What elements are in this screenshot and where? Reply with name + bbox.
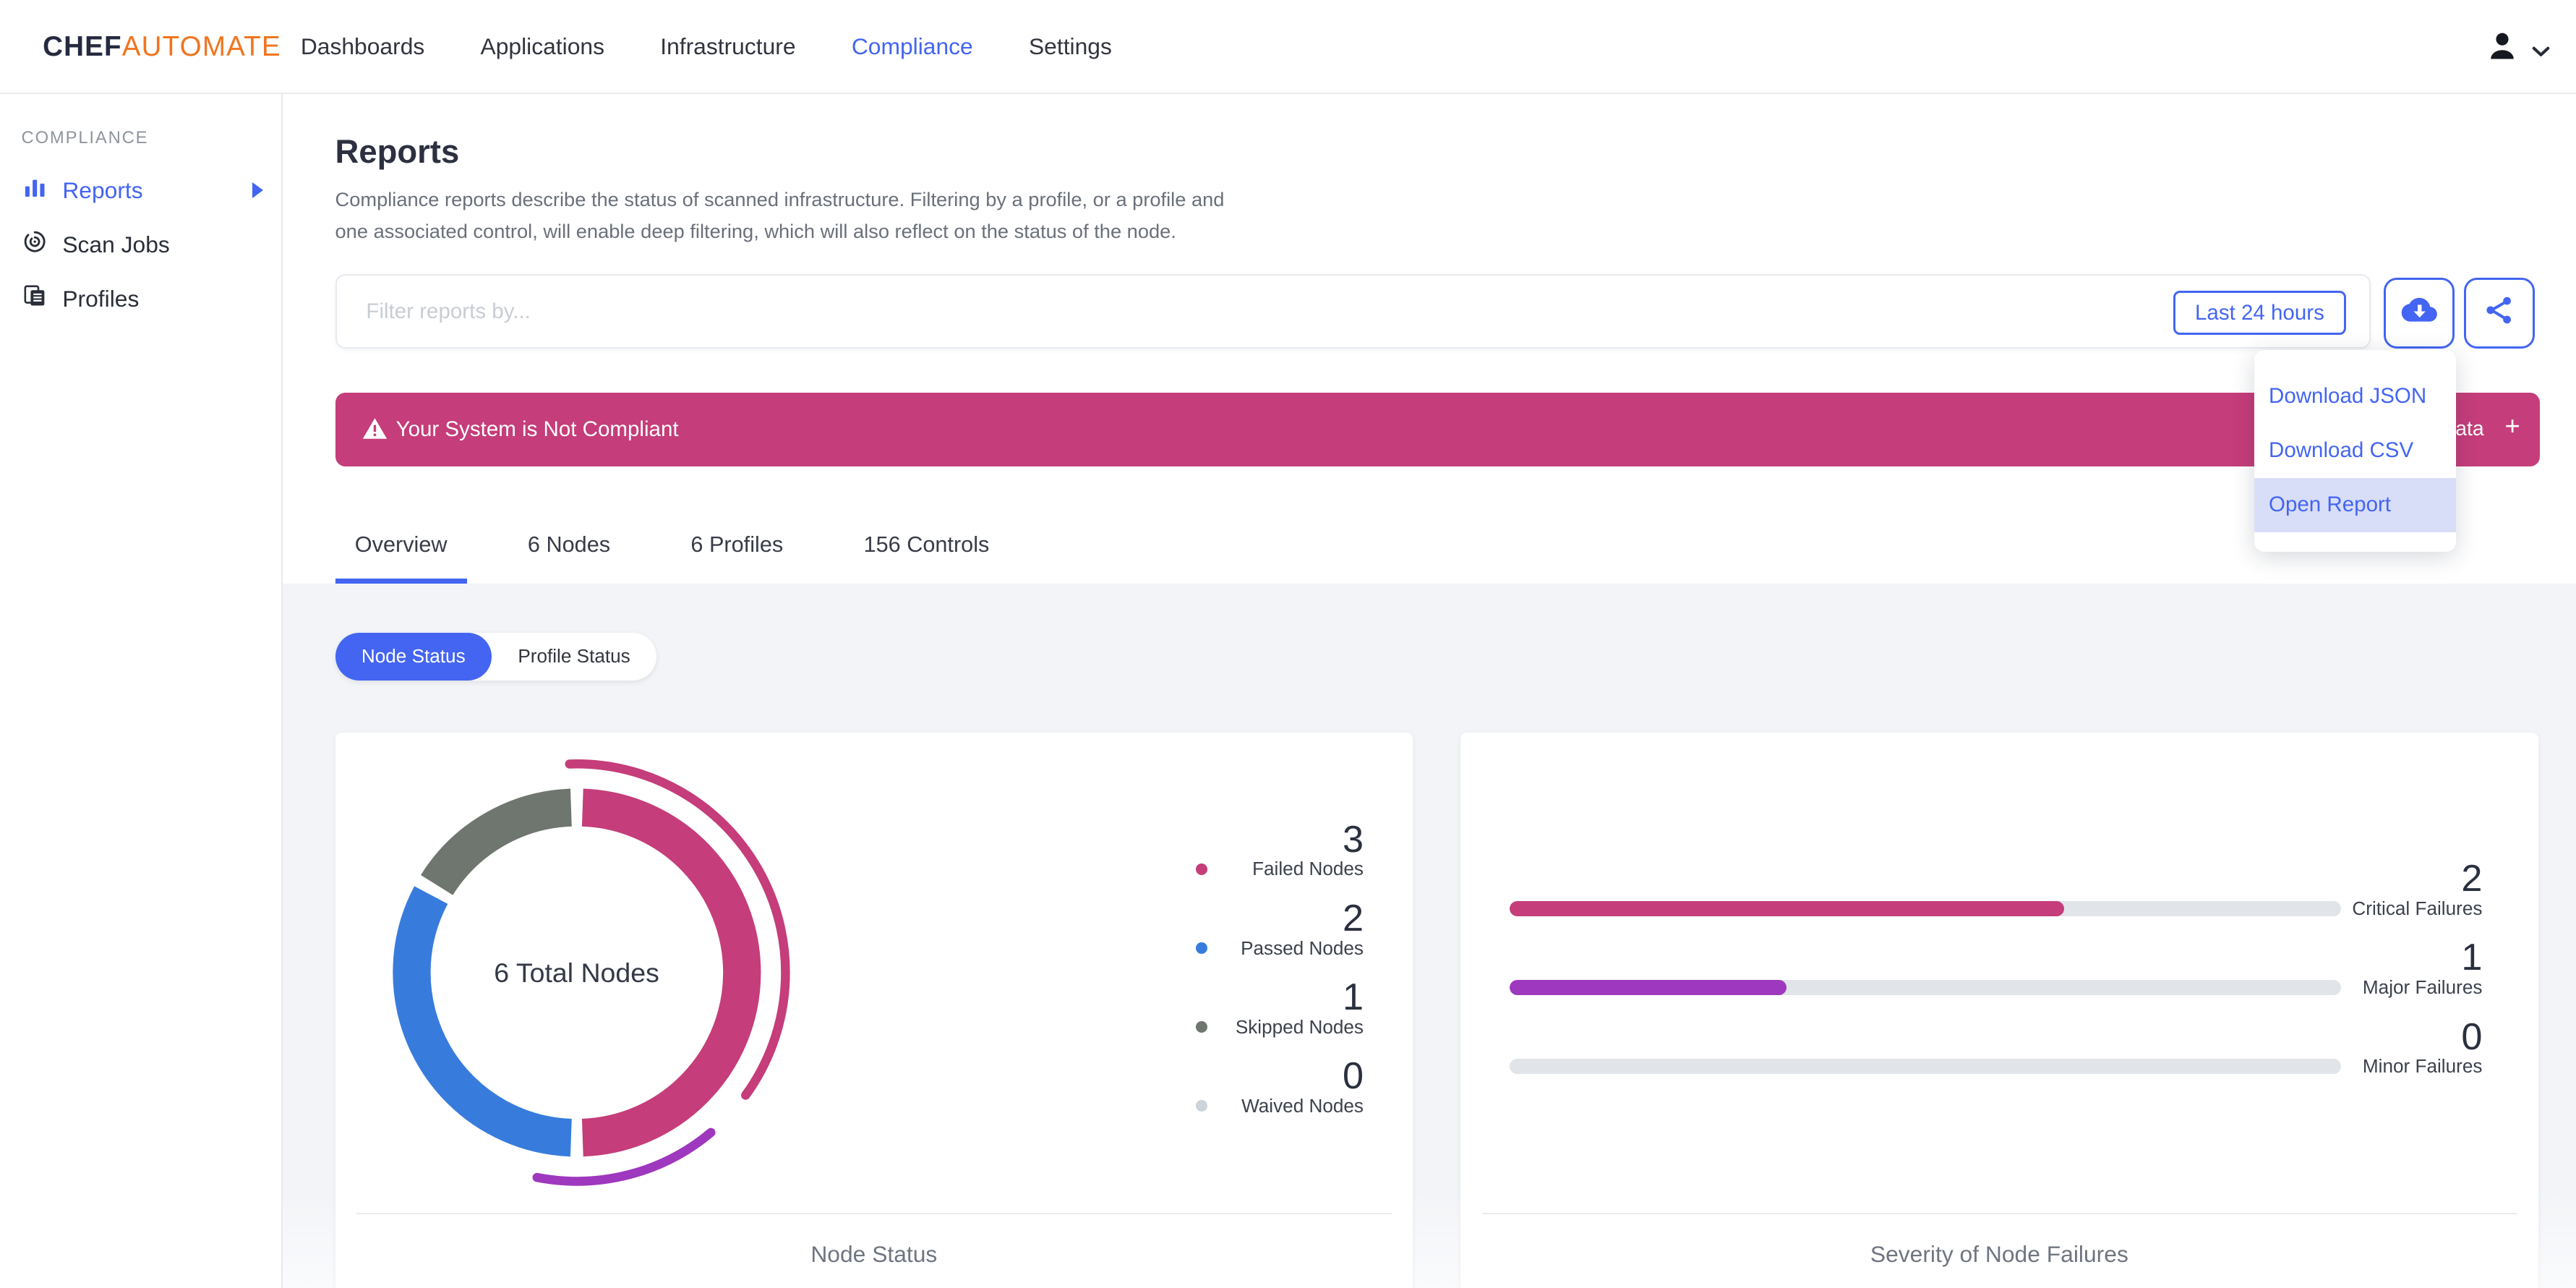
share-icon [2482,293,2517,334]
severity-caption: Severity of Node Failures [1870,1240,2128,1267]
overview-cards: 6 Total Nodes 3 Failed Nodes 2 Passed No… [335,733,2538,1288]
severity-fill [1510,901,2064,916]
sidebar-section-label: COMPLIANCE [21,128,149,148]
filter-reports-input[interactable] [336,276,2369,347]
overview-content-area: Node Status Profile Status 6 Total Nodes… [282,583,2576,1288]
tab-overview[interactable]: Overview [335,526,468,584]
minor-bar-track [1510,1059,2342,1074]
major-count: 1 [2461,937,2483,979]
documents-icon [22,283,48,315]
sidebar-item-reports[interactable]: Reports [0,163,281,218]
card-divider [356,1212,1392,1215]
arrow-right-icon [252,182,263,199]
warning-icon [360,414,390,451]
node-status-caption: Node Status [810,1240,938,1267]
legend-row-waived: 0 Waived Nodes [1117,1057,1364,1122]
severity-row-major: 1 Major Failures [1510,938,2482,1017]
major-label: Major Failures [2362,976,2483,998]
download-menu: Download JSON Download CSV Open Report [2254,349,2457,553]
legend-row-skipped: 1 Skipped Nodes [1117,978,1364,1044]
passed-count: 2 [1342,897,1364,939]
menu-item-open-report[interactable]: Open Report [2254,478,2457,533]
toggle-profile-status[interactable]: Profile Status [492,633,656,681]
nav-item-settings[interactable]: Settings [1029,33,1112,60]
banner-message: Your System is Not Compliant [395,417,679,442]
expand-metadata-icon[interactable]: + [2504,411,2520,441]
logo-automate: AUTOMATE [121,31,281,63]
chef-automate-logo[interactable]: CHEFAUTOMATE [43,31,281,63]
status-toggle: Node Status Profile Status [335,632,657,681]
bar-chart-icon [22,174,48,206]
failed-count: 3 [1342,818,1364,861]
severity-row-minor: 0 Minor Failures [1510,1015,2483,1096]
reports-header-area: Reports Compliance reports describe the … [282,93,2576,584]
donut-center-label: 6 Total Nodes [494,957,659,988]
tab-profiles[interactable]: 6 Profiles [671,526,803,584]
toggle-node-status[interactable]: Node Status [335,632,492,681]
skipped-count: 1 [1342,976,1364,1018]
critical-count: 2 [2461,858,2483,900]
tab-controls[interactable]: 156 Controls [844,526,1009,584]
failed-dot-icon [1196,863,1208,875]
tab-nodes[interactable]: 6 Nodes [508,526,630,584]
sidebar-item-profiles[interactable]: Profiles [0,272,281,326]
menu-item-download-json[interactable]: Download JSON [2254,370,2456,424]
waived-dot-icon [1196,1100,1208,1112]
time-range-button[interactable]: Last 24 hours [2173,290,2347,336]
sidebar-item-label: Scan Jobs [62,231,170,257]
filter-bar: Last 24 hours [335,274,2371,349]
legend-row-passed: 2 Passed Nodes [1117,899,1364,965]
cloud-download-icon [2400,290,2439,336]
legend-row-failed: 3 Failed Nodes [1117,820,1364,886]
severity-card: 2 Critical Failures 1 Major Failures 0 M… [1460,733,2538,1288]
nav-item-compliance[interactable]: Compliance [852,33,973,60]
user-menu[interactable] [2484,28,2550,71]
sidebar-item-label: Profiles [62,285,140,312]
chevron-down-icon [2532,34,2550,64]
minor-label: Minor Failures [2362,1054,2483,1077]
card-divider [1481,1212,2517,1215]
passed-label: Passed Nodes [1241,937,1364,959]
major-bar-track [1510,980,2342,995]
waived-count: 0 [1342,1055,1364,1098]
skipped-label: Skipped Nodes [1235,1015,1364,1038]
sidebar-list: Reports Scan Jobs Profiles [0,163,281,326]
node-status-card: 6 Total Nodes 3 Failed Nodes 2 Passed No… [335,733,1413,1288]
share-button[interactable] [2464,278,2536,349]
download-button[interactable] [2384,278,2455,349]
compliance-status-banner: Your System is Not Compliant Report Meta… [335,393,2540,467]
failed-label: Failed Nodes [1252,858,1364,880]
severity-fill [1510,980,1787,995]
minor-count: 0 [2461,1015,2483,1058]
sidebar-item-scan-jobs[interactable]: Scan Jobs [0,218,281,272]
critical-label: Critical Failures [2352,897,2483,919]
user-avatar-icon [2484,28,2520,71]
nav-item-infrastructure[interactable]: Infrastructure [660,33,795,60]
main-nav-menu: Dashboards Applications Infrastructure C… [301,0,1112,94]
nav-item-applications[interactable]: Applications [481,33,604,60]
logo-chef: CHEF [43,31,122,63]
nav-item-dashboards[interactable]: Dashboards [301,33,424,60]
skipped-dot-icon [1196,1021,1208,1033]
critical-bar-track [1510,901,2342,916]
sidebar-item-label: Reports [62,176,143,203]
page-description: Compliance reports describe the status o… [335,188,1225,243]
page-title: Reports [335,133,460,171]
passed-dot-icon [1196,942,1208,955]
menu-item-download-csv[interactable]: Download CSV [2254,424,2456,478]
severity-row-critical: 2 Critical Failures [1510,859,2482,938]
report-tabs: Overview 6 Nodes 6 Profiles 156 Controls [335,526,1009,584]
waived-label: Waived Nodes [1241,1094,1364,1117]
radar-icon [22,229,48,260]
top-navigation-bar: CHEFAUTOMATE Dashboards Applications Inf… [0,0,2576,94]
compliance-sidebar: COMPLIANCE Reports Scan Jobs Profiles [0,93,283,1288]
